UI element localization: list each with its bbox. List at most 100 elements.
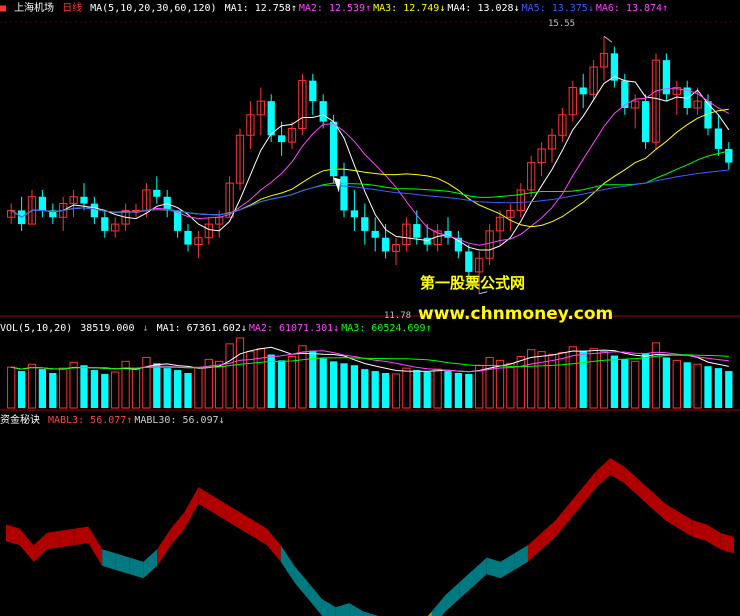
flow-band <box>280 545 295 583</box>
volume-bar <box>631 360 640 409</box>
candle-body <box>381 237 390 252</box>
volume-value: 38519.000 <box>80 323 135 334</box>
flow-band <box>569 487 583 521</box>
volume-bar <box>350 365 359 408</box>
candle-body <box>423 237 431 245</box>
volume-bar <box>90 370 99 408</box>
volume-bar <box>589 348 598 409</box>
volume-bar <box>704 366 712 408</box>
vol-ma-value-1: MA2: 61071.301↓ <box>248 323 340 334</box>
flow-band <box>473 557 487 587</box>
flow-band <box>88 526 103 566</box>
volume-bar <box>371 371 379 408</box>
volume-bar <box>662 357 671 408</box>
volume-bar <box>465 373 473 408</box>
volume-params: VOL(5,10,20) <box>0 323 73 334</box>
volume-bar <box>361 369 369 408</box>
candle-body <box>309 80 317 102</box>
volume-bar <box>267 354 275 408</box>
flow-band <box>239 512 254 537</box>
flow-band <box>308 582 322 616</box>
flow-band <box>60 528 75 548</box>
candle-body <box>80 196 88 204</box>
volume-bar <box>131 368 141 409</box>
flow-band <box>679 512 693 537</box>
candle-body <box>465 251 473 272</box>
ma-value-3: MA4: 13.028↓ <box>447 3 520 14</box>
flow-band <box>624 466 638 496</box>
candle-body <box>361 217 369 231</box>
volume-bar <box>444 371 452 408</box>
volume-bar <box>194 366 203 409</box>
volume-bar <box>184 373 192 408</box>
flow-band <box>184 487 199 529</box>
flow-band <box>143 549 158 579</box>
candle-body <box>267 101 275 136</box>
flow-band <box>514 545 528 570</box>
volume-arrow: ↓ <box>142 323 149 334</box>
volume-bar <box>516 355 525 409</box>
ma-value-5: MA6: 13.874↑ <box>595 3 669 14</box>
flow-band <box>459 570 474 599</box>
flow-band <box>596 458 611 488</box>
flow-band <box>102 549 116 570</box>
volume-bar <box>153 363 161 408</box>
flow-band <box>129 557 144 579</box>
volume-bar <box>80 365 88 408</box>
volume-bar <box>329 361 338 408</box>
flow-band <box>225 503 240 529</box>
ma-value-4: MA5: 13.375↓ <box>521 3 594 14</box>
candle-body <box>725 148 733 163</box>
volume-bar <box>381 373 390 408</box>
flow-band <box>665 503 680 529</box>
volume-bar <box>641 353 650 408</box>
ma-line-3 <box>10 108 729 228</box>
vol-ma-value-2: MA3: 60524.699↑ <box>341 323 432 334</box>
volume-bar <box>173 370 182 408</box>
flow-band <box>486 557 501 579</box>
volume-bar <box>693 363 702 409</box>
flow-band <box>170 512 185 546</box>
indicator-panel-header: 资金秘诀 MABL3: 56.077↑ MABL30: 56.097↓ <box>0 414 229 428</box>
flow-band <box>720 532 734 554</box>
high-marker <box>603 35 613 43</box>
volume-bar <box>225 343 234 409</box>
period-label: 日线 <box>62 3 83 14</box>
menu-icon[interactable]: ■ <box>0 3 6 14</box>
stock-chart-window: ■ 上海机场 日线 MA(5,10,20,30,60,120) MA1: 12.… <box>0 0 740 616</box>
volume-bar <box>287 355 297 409</box>
volume-bar <box>537 351 546 409</box>
candle-body <box>579 87 587 95</box>
flow-band <box>157 528 171 566</box>
flow-band <box>651 491 666 521</box>
watermark-title: 第一股票公式网 <box>420 274 526 292</box>
volume-bar <box>672 359 681 409</box>
flow-band <box>212 495 226 521</box>
candle-body <box>641 101 650 143</box>
flow-band <box>527 532 542 562</box>
volume-bar <box>142 356 151 409</box>
volume-bar <box>475 364 484 409</box>
volume-bar <box>277 360 286 408</box>
flow-band <box>555 503 570 537</box>
flow-band <box>582 470 597 504</box>
flow-band <box>47 530 61 550</box>
indicator-value-1: MABL30: 56.097↓ <box>134 415 225 426</box>
volume-bar <box>423 372 431 408</box>
flow-band <box>253 520 267 546</box>
ma-params: MA(5,10,20,30,60,120) <box>90 3 217 14</box>
volume-bar <box>547 354 557 409</box>
volume-bar <box>340 363 348 408</box>
stock-name: 上海机场 <box>14 3 55 14</box>
volume-bar <box>433 368 442 409</box>
volume-bar <box>454 373 463 408</box>
indicator-name: 资金秘诀 <box>0 415 40 426</box>
indicator-value-0: MABL3: 56.077↑ <box>48 415 133 426</box>
flow-band <box>610 458 625 483</box>
flow-band <box>706 524 721 550</box>
volume-bar <box>413 370 421 408</box>
flow-band <box>321 599 336 616</box>
candle-body <box>277 135 286 143</box>
volume-bar <box>579 350 587 408</box>
candle-body <box>90 203 99 218</box>
